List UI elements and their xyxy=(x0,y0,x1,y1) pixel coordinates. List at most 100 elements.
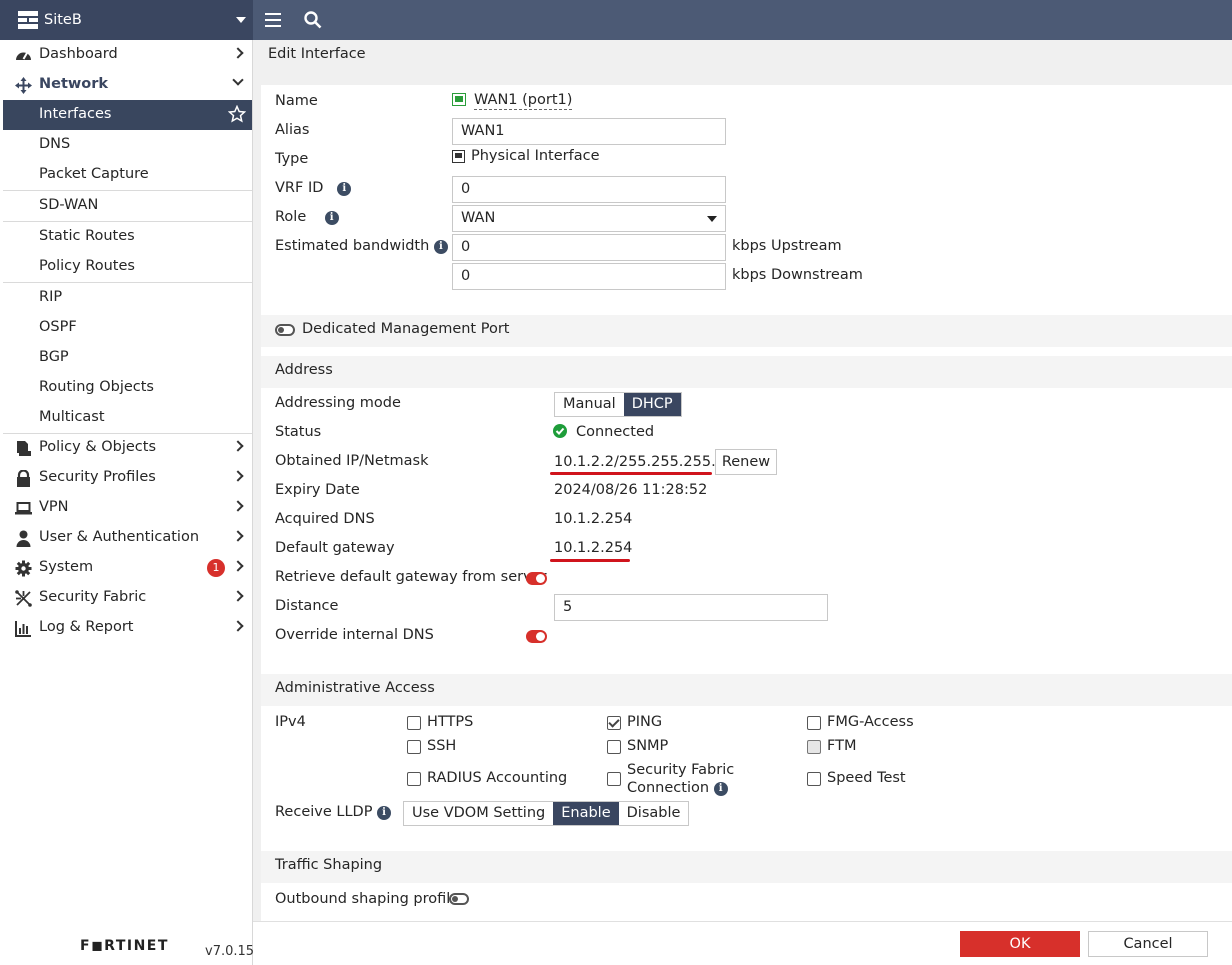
bottom-bar: OK Cancel xyxy=(253,921,1232,965)
acquired-dns-value: 10.1.2.254 xyxy=(554,511,633,527)
sidebar-item-network[interactable]: Network xyxy=(3,70,252,100)
device-name: SiteB xyxy=(44,12,82,28)
dedicated-management-toggle[interactable] xyxy=(275,324,295,336)
default-gateway-label: Default gateway xyxy=(275,540,395,556)
dashboard-icon xyxy=(16,52,31,60)
sidebar-item-log-report[interactable]: Log & Report xyxy=(3,613,252,643)
ssh-checkbox[interactable] xyxy=(407,740,421,754)
sidebar-item-user-authentication[interactable]: User & Authentication xyxy=(3,523,252,553)
network-icon xyxy=(15,77,32,94)
sidebar-item-label: Interfaces xyxy=(39,106,112,122)
menu-icon[interactable] xyxy=(265,13,281,27)
addressing-mode-toggle: Manual DHCP xyxy=(554,392,682,417)
sidebar-item-packet-capture[interactable]: Packet Capture xyxy=(3,160,252,190)
chart-icon xyxy=(15,621,31,637)
info-icon[interactable]: i xyxy=(713,782,728,796)
distance-input[interactable]: 5 xyxy=(554,594,828,621)
sidebar-item-vpn[interactable]: VPN xyxy=(3,493,252,523)
sidebar-item-sd-wan[interactable]: SD-WAN xyxy=(3,191,252,221)
chevron-down-icon xyxy=(707,216,717,222)
renew-button[interactable]: Renew xyxy=(715,449,777,475)
sidebar-item-dashboard[interactable]: Dashboard xyxy=(3,40,252,70)
sidebar-item-security-profiles[interactable]: Security Profiles xyxy=(3,463,252,493)
cancel-button[interactable]: Cancel xyxy=(1088,931,1208,957)
outbound-shaping-toggle[interactable] xyxy=(449,893,469,905)
fortinet-logo: F◼RTINET xyxy=(80,938,169,954)
star-icon[interactable] xyxy=(228,105,246,123)
sidebar: Dashboard Network Interfaces DNS Packet … xyxy=(0,40,255,965)
gear-icon xyxy=(15,560,32,577)
retrieve-gateway-toggle[interactable] xyxy=(526,572,547,585)
sidebar-item-label: Policy & Objects xyxy=(39,439,157,455)
ipv4-label: IPv4 xyxy=(275,714,306,730)
ftm-label: FTM xyxy=(827,738,857,754)
override-dns-toggle[interactable] xyxy=(526,630,547,643)
radius-accounting-checkbox[interactable] xyxy=(407,772,421,786)
lldp-disable-button[interactable]: Disable xyxy=(619,802,689,825)
device-selector[interactable]: SiteB xyxy=(0,0,253,40)
search-icon[interactable] xyxy=(304,11,322,29)
ftm-checkbox[interactable] xyxy=(807,740,821,754)
security-fabric-connection-checkbox[interactable] xyxy=(607,772,621,786)
user-icon xyxy=(16,530,31,547)
vrf-id-input[interactable]: 0 xyxy=(452,176,726,203)
sidebar-item-security-fabric[interactable]: Security Fabric xyxy=(3,583,252,613)
sidebar-item-dns[interactable]: DNS xyxy=(3,130,252,160)
sidebar-item-static-routes[interactable]: Static Routes xyxy=(3,222,252,252)
chevron-down-icon xyxy=(232,74,244,86)
alias-input[interactable]: WAN1 xyxy=(452,118,726,145)
sidebar-item-label: User & Authentication xyxy=(39,529,200,545)
sidebar-item-routing-objects[interactable]: Routing Objects xyxy=(3,373,252,403)
info-icon[interactable]: i xyxy=(324,211,339,225)
mode-manual-button[interactable]: Manual xyxy=(555,393,624,416)
role-select[interactable]: WAN xyxy=(452,205,726,232)
chevron-right-icon xyxy=(232,470,244,482)
bandwidth-upstream-input[interactable]: 0 xyxy=(452,234,726,261)
https-checkbox[interactable] xyxy=(407,716,421,730)
top-bar: SiteB xyxy=(0,0,1232,40)
version-label: v7.0.15 xyxy=(205,944,255,959)
sidebar-item-bgp[interactable]: BGP xyxy=(3,343,252,373)
admin-access-section-header: Administrative Access xyxy=(261,674,1232,706)
https-label: HTTPS xyxy=(427,714,474,730)
chevron-right-icon xyxy=(232,500,244,512)
sidebar-item-label: Security Profiles xyxy=(39,469,156,485)
chevron-right-icon xyxy=(232,590,244,602)
retrieve-gateway-label: Retrieve default gateway from server xyxy=(275,569,547,585)
default-gateway-value: 10.1.2.254 xyxy=(554,540,633,556)
sidebar-item-label: Security Fabric xyxy=(39,589,147,605)
mode-dhcp-button[interactable]: DHCP xyxy=(623,393,681,416)
highlight-underline xyxy=(550,559,630,562)
ok-button[interactable]: OK xyxy=(960,931,1080,957)
sidebar-item-multicast[interactable]: Multicast xyxy=(3,403,252,433)
sidebar-item-rip[interactable]: RIP xyxy=(3,283,252,313)
override-dns-label: Override internal DNS xyxy=(275,627,434,643)
downstream-unit: kbps Downstream xyxy=(732,267,863,283)
type-label: Type xyxy=(275,151,309,167)
role-select-value: WAN xyxy=(461,210,496,226)
lldp-enable-button[interactable]: Enable xyxy=(553,802,619,825)
info-icon[interactable]: i xyxy=(433,240,448,254)
lldp-use-vdom-button[interactable]: Use VDOM Setting xyxy=(404,802,553,825)
sidebar-item-policy-objects[interactable]: Policy & Objects xyxy=(3,433,252,463)
status-value: Connected xyxy=(576,424,655,440)
snmp-checkbox[interactable] xyxy=(607,740,621,754)
sidebar-item-ospf[interactable]: OSPF xyxy=(3,313,252,343)
sidebar-item-label: Log & Report xyxy=(39,619,134,635)
sidebar-item-policy-routes[interactable]: Policy Routes xyxy=(3,252,252,282)
bandwidth-downstream-input[interactable]: 0 xyxy=(452,263,726,290)
ping-checkbox[interactable] xyxy=(607,716,621,730)
dedicated-management-row: Dedicated Management Port xyxy=(261,315,1232,347)
info-icon[interactable]: i xyxy=(377,806,392,820)
acquired-dns-label: Acquired DNS xyxy=(275,511,375,527)
speed-test-checkbox[interactable] xyxy=(807,772,821,786)
obtained-ip-label: Obtained IP/Netmask xyxy=(275,453,429,469)
sidebar-item-interfaces[interactable]: Interfaces xyxy=(3,100,252,130)
info-icon[interactable]: i xyxy=(337,182,352,196)
sidebar-item-system[interactable]: System 1 xyxy=(3,553,252,583)
bandwidth-label: Estimated bandwidth i xyxy=(275,238,448,254)
fmg-access-checkbox[interactable] xyxy=(807,716,821,730)
dedicated-management-label: Dedicated Management Port xyxy=(302,321,510,337)
sidebar-item-label: Dashboard xyxy=(39,46,118,62)
chevron-right-icon xyxy=(232,47,244,59)
